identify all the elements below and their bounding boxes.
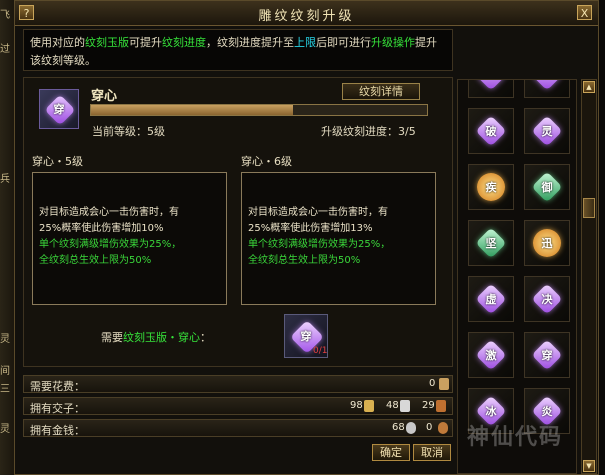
copper-jiaozi-icon — [436, 400, 446, 412]
required-item-count: 0/1 — [313, 346, 328, 356]
cost-row: 需要花费： 0 — [23, 375, 453, 393]
inventory-rune-char: 迅 — [541, 237, 553, 250]
inventory-rune-slot[interactable]: 决 — [524, 276, 570, 322]
inventory-rune-slot[interactable]: 迅 — [524, 220, 570, 266]
current-effect-box: 对目标造成会心一击伤害时，有 25%概率使此伤害增加10% 单个纹刻满级增伤效果… — [32, 172, 227, 305]
upgrade-progress-bar — [90, 104, 428, 116]
effect-line: 25%概率使此伤害增加10% — [39, 223, 164, 234]
inventory-rune-char: 激 — [485, 349, 497, 362]
rune-name: 穿心 — [91, 89, 118, 104]
effect-line: 对目标造成会心一击伤害时，有 — [39, 207, 179, 218]
upgrade-progress-label: 升级纹刻进度：3/5 — [321, 125, 416, 138]
description-text: 使用对应的纹刻玉版可提升纹刻进度，纹刻进度提升至上限后即可进行升级操作提升该纹刻… — [23, 29, 453, 71]
inventory-rune-slot[interactable]: 疾 — [468, 164, 514, 210]
current-effect-title: 穿心・5级 — [32, 155, 83, 168]
copper-coin-icon — [438, 422, 448, 434]
inventory-rune-slot[interactable]: 灵 — [524, 108, 570, 154]
inventory-rune-slot[interactable] — [468, 80, 514, 98]
confirm-button[interactable]: 确定 — [372, 444, 410, 461]
effect-line: 单个纹刻满级增伤效果为25%， — [39, 239, 182, 250]
window-title: 雕纹纹刻升级 — [258, 9, 355, 24]
inventory-rune-slot[interactable]: 御 — [524, 164, 570, 210]
effect-line: 对目标造成会心一击伤害时，有 — [248, 207, 388, 218]
gold-value: 68 — [392, 422, 405, 433]
jiaozi-icon — [439, 378, 449, 390]
cancel-button[interactable]: 取消 — [413, 444, 451, 461]
rune-upgrade-window: ? 雕纹纹刻升级 X 使用对应的纹刻玉版可提升纹刻进度，纹刻进度提升至上限后即可… — [14, 0, 599, 475]
inventory-rune-slot[interactable]: 坚 — [468, 220, 514, 266]
inventory-rune-slot[interactable] — [524, 80, 570, 98]
inventory-rune-slot[interactable]: 虚 — [468, 276, 514, 322]
next-effect-box: 对目标造成会心一击伤害时，有 25%概率使此伤害增加13% 单个纹刻满级增伤效果… — [241, 172, 436, 305]
silver-jiaozi-icon — [400, 400, 410, 412]
jiaozi-silver-value: 48 — [386, 400, 399, 411]
rune-inventory-grid: 破灵疾御坚迅虚决激穿冰炎 — [457, 79, 577, 474]
inventory-rune-char — [525, 80, 569, 97]
rune-icon-char: 穿 — [53, 103, 65, 116]
inventory-rune-char: 破 — [485, 125, 497, 138]
effect-line: 25%概率使此伤害增加13% — [248, 223, 373, 234]
inventory-rune-char: 疾 — [485, 181, 497, 194]
current-level: 当前等级：5级 — [92, 125, 165, 138]
next-effect-title: 穿心・6级 — [241, 155, 292, 168]
rune-detail-button[interactable]: 纹刻详情 — [342, 83, 420, 100]
cost-label: 需要花费： — [30, 380, 85, 393]
jiaozi-copper-value: 29 — [422, 400, 435, 411]
watermark-logo: 神仙代码 — [467, 425, 564, 450]
jiaozi-gold-value: 98 — [350, 400, 363, 411]
close-button[interactable]: X — [577, 5, 592, 20]
silver-coin-icon — [406, 422, 416, 434]
required-item-label: 需要纹刻玉版・穿心： — [101, 331, 211, 344]
scroll-down-icon[interactable]: ▼ — [583, 460, 595, 472]
rune-icon-slot[interactable]: 穿 — [39, 89, 79, 129]
inventory-rune-char: 灵 — [541, 125, 553, 138]
inventory-rune-slot[interactable]: 激 — [468, 332, 514, 378]
scroll-up-icon[interactable]: ▲ — [583, 81, 595, 93]
progress-fill — [91, 105, 293, 115]
inventory-scrollbar[interactable]: ▲ ▼ — [581, 79, 597, 474]
inventory-rune-char: 坚 — [485, 237, 497, 250]
effect-line: 单个纹刻满级增伤效果为25%， — [248, 239, 391, 250]
jiaozi-label: 拥有交子： — [30, 402, 85, 415]
inventory-rune-char: 决 — [541, 293, 553, 306]
inventory-rune-slot[interactable]: 破 — [468, 108, 514, 154]
scroll-thumb[interactable] — [583, 198, 595, 218]
inventory-rune-char: 虚 — [485, 293, 497, 306]
effect-line: 全纹刻总生效上限为50% — [39, 255, 152, 266]
gold-jiaozi-icon — [364, 400, 374, 412]
cost-value: 0 — [429, 378, 436, 389]
jiaozi-row: 拥有交子： 98 48 29 — [23, 397, 453, 415]
inventory-rune-char — [469, 80, 513, 97]
inventory-rune-char: 御 — [541, 181, 553, 194]
copper-value: 0 — [426, 422, 433, 433]
effect-line: 全纹刻总生效上限为50% — [248, 255, 361, 266]
gold-row: 拥有金钱： 68 0 — [23, 419, 453, 437]
gold-label: 拥有金钱： — [30, 424, 85, 437]
title-bar[interactable]: ? 雕纹纹刻升级 X — [15, 1, 598, 26]
inventory-rune-slot[interactable]: 穿 — [524, 332, 570, 378]
inventory-rune-char: 穿 — [541, 349, 553, 362]
